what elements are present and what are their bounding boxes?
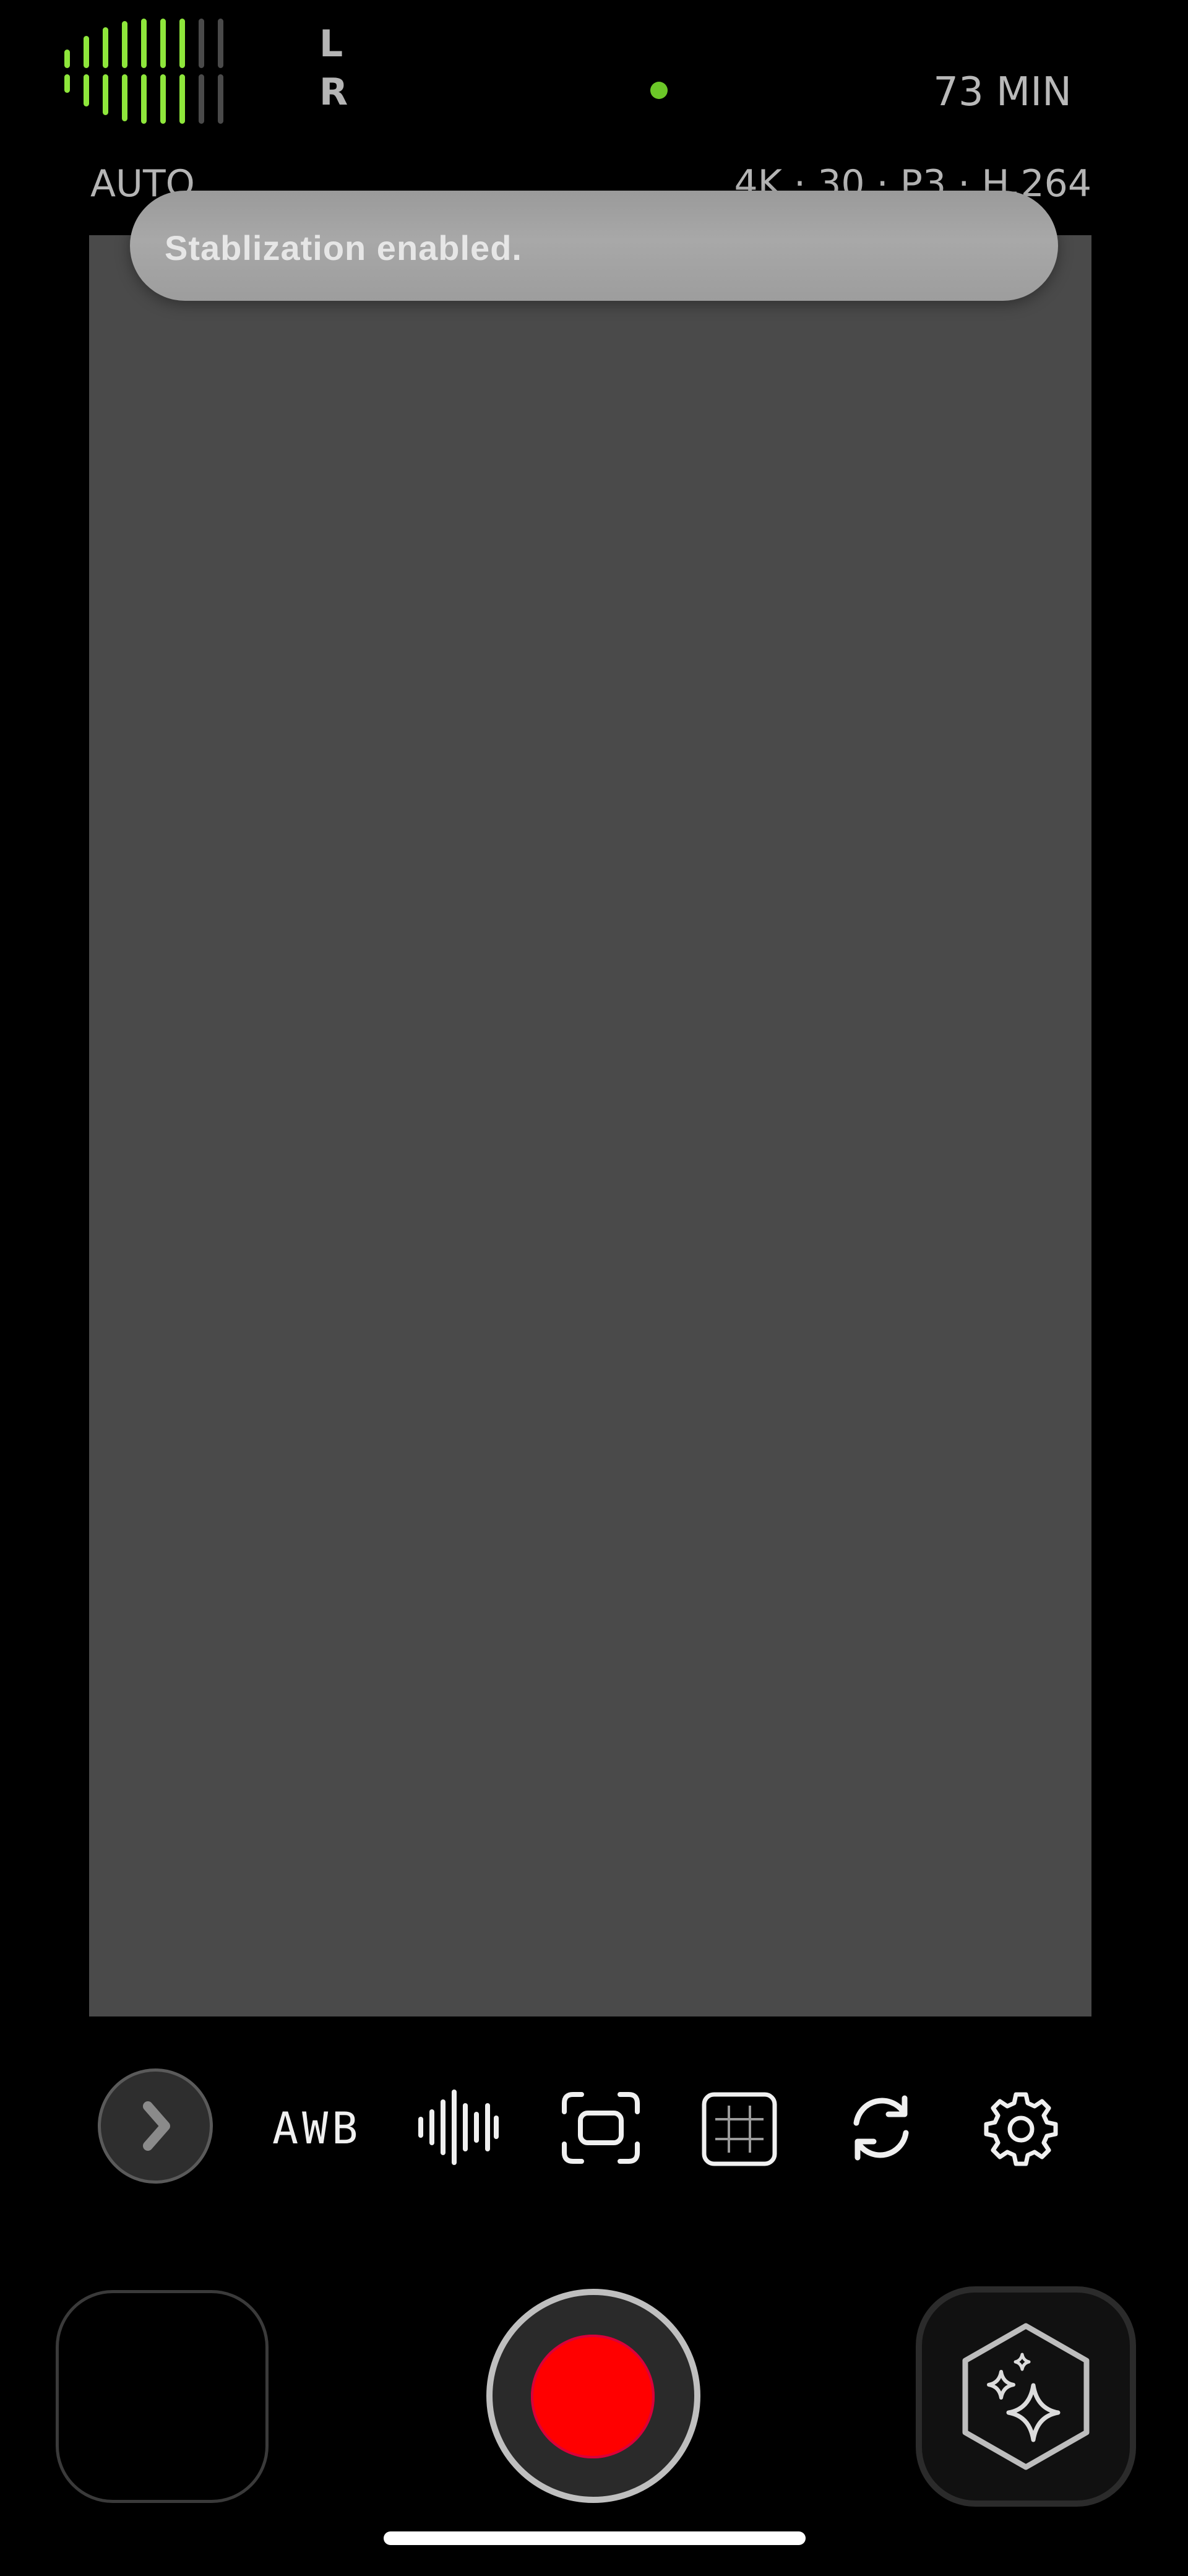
stabilization-icon[interactable] — [561, 2091, 641, 2165]
flip-camera-icon[interactable] — [844, 2091, 918, 2165]
record-button-core[interactable] — [531, 2335, 655, 2458]
meter-bar — [218, 74, 223, 124]
meter-bar — [103, 74, 108, 115]
toast-message: Stablization enabled. — [165, 228, 522, 267]
meter-bar — [84, 74, 89, 106]
home-indicator[interactable] — [384, 2531, 806, 2545]
ai-effects-button[interactable] — [916, 2286, 1136, 2507]
waveform-icon[interactable] — [416, 2087, 500, 2168]
meter-bar — [160, 74, 166, 124]
meter-bar — [218, 19, 223, 68]
camera-viewfinder[interactable] — [89, 235, 1091, 2016]
meter-bar — [160, 19, 166, 68]
audio-meter-left — [64, 19, 223, 68]
expand-toolbar-button[interactable] — [98, 2068, 213, 2184]
audio-meter-right — [64, 74, 223, 124]
toast-notification: Stablization enabled. — [130, 191, 1058, 301]
meter-bar — [199, 19, 204, 68]
grid-icon[interactable] — [702, 2092, 777, 2166]
meter-bar — [103, 27, 108, 68]
recording-time-remaining: 73 MIN — [933, 69, 1072, 115]
gallery-thumbnail-button[interactable] — [56, 2290, 269, 2503]
status-indicator-dot — [650, 82, 668, 99]
meter-bar — [84, 36, 89, 68]
chevron-right-icon — [143, 2101, 170, 2151]
white-balance-button[interactable]: AWB — [272, 2103, 361, 2154]
meter-bar — [122, 21, 127, 68]
meter-bar — [64, 50, 70, 68]
meter-bar — [199, 74, 204, 124]
meter-bar — [179, 19, 185, 68]
meter-bar — [179, 74, 185, 124]
left-channel-label: L — [319, 22, 343, 66]
meter-bar — [141, 74, 147, 124]
settings-gear-icon[interactable] — [983, 2091, 1059, 2168]
sparkles-hexagon-icon — [962, 2323, 1090, 2470]
meter-bar — [141, 19, 147, 68]
right-channel-label: R — [319, 71, 348, 114]
meter-bar — [64, 74, 70, 93]
meter-bar — [122, 74, 127, 121]
